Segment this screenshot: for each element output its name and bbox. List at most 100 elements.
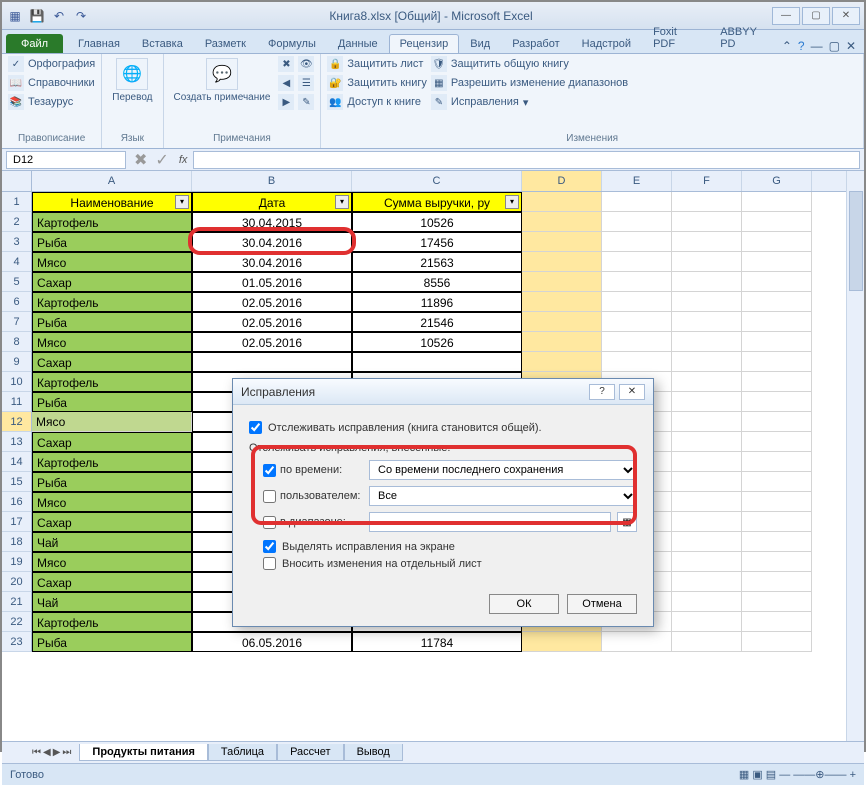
cell-name[interactable]: Мясо: [32, 492, 192, 512]
highlight-checkbox[interactable]: [263, 540, 276, 553]
cell-name[interactable]: Мясо: [32, 552, 192, 572]
tab-home[interactable]: Главная: [67, 34, 131, 53]
cell-name[interactable]: Мясо: [32, 412, 192, 432]
next-comment-button[interactable]: ▶: [278, 94, 294, 110]
cell-date[interactable]: 30.04.2015: [192, 212, 352, 232]
tab-review[interactable]: Рецензир: [389, 34, 460, 53]
show-comment-button[interactable]: 👁: [298, 56, 314, 72]
col-header-a[interactable]: A: [32, 171, 192, 191]
track-checkbox[interactable]: [249, 421, 262, 434]
dialog-titlebar[interactable]: Исправления ?✕: [233, 379, 653, 405]
row-header[interactable]: 3: [2, 232, 32, 252]
cell-name[interactable]: Рыба: [32, 392, 192, 412]
window-min-icon[interactable]: —: [811, 39, 823, 53]
tab-abbyy[interactable]: ABBYY PD: [709, 22, 782, 53]
row-header[interactable]: 12: [2, 412, 32, 432]
cell-date[interactable]: 02.05.2016: [192, 332, 352, 352]
tab-foxit[interactable]: Foxit PDF: [642, 22, 709, 53]
sheet-tab-calc[interactable]: Рассчет: [277, 744, 344, 761]
fx-icon[interactable]: fx: [179, 154, 188, 166]
row-header[interactable]: 5: [2, 272, 32, 292]
by-user-checkbox[interactable]: [263, 490, 276, 503]
protect-sheet-button[interactable]: 🔒Защитить лист: [327, 56, 427, 72]
name-box[interactable]: [6, 151, 126, 169]
row-header[interactable]: 20: [2, 572, 32, 592]
track-changes-button[interactable]: ✎Исправления ▾: [431, 94, 628, 110]
tab-data[interactable]: Данные: [327, 34, 389, 53]
cell-name[interactable]: Рыба: [32, 632, 192, 652]
sheet-tab-products[interactable]: Продукты питания: [79, 744, 208, 761]
cell-date[interactable]: 02.05.2016: [192, 292, 352, 312]
row-header[interactable]: 7: [2, 312, 32, 332]
cell-name[interactable]: Мясо: [32, 332, 192, 352]
tab-layout[interactable]: Разметк: [194, 34, 257, 53]
filter-icon[interactable]: ▾: [335, 195, 349, 209]
cell-name[interactable]: Сахар: [32, 572, 192, 592]
col-header-b[interactable]: B: [192, 171, 352, 191]
cell-sum[interactable]: 11784: [352, 632, 522, 652]
filter-icon[interactable]: ▾: [505, 195, 519, 209]
row-header[interactable]: 15: [2, 472, 32, 492]
translate-button[interactable]: 🌐Перевод: [108, 56, 156, 105]
ok-button[interactable]: ОК: [489, 594, 559, 614]
cell-date[interactable]: 01.05.2016: [192, 272, 352, 292]
header-sum[interactable]: Сумма выручки, ру▾: [352, 192, 522, 212]
tab-insert[interactable]: Вставка: [131, 34, 194, 53]
prev-comment-button[interactable]: ◀: [278, 75, 294, 91]
save-icon[interactable]: 💾: [28, 7, 46, 25]
separate-checkbox[interactable]: [263, 557, 276, 570]
row-header[interactable]: 6: [2, 292, 32, 312]
cell-name[interactable]: Сахар: [32, 272, 192, 292]
row-header[interactable]: 18: [2, 532, 32, 552]
row-header[interactable]: 21: [2, 592, 32, 612]
row-header[interactable]: 14: [2, 452, 32, 472]
undo-icon[interactable]: ↶: [50, 7, 68, 25]
range-input[interactable]: [369, 512, 611, 532]
show-all-button[interactable]: ☰: [298, 75, 314, 91]
tab-formulas[interactable]: Формулы: [257, 34, 327, 53]
allow-ranges-button[interactable]: ▦Разрешить изменение диапазонов: [431, 75, 628, 91]
cell-name[interactable]: Сахар: [32, 432, 192, 452]
cancel-formula-icon[interactable]: ✖: [134, 150, 147, 170]
prev-sheet-icon[interactable]: ◀: [43, 747, 51, 758]
scrollbar-thumb[interactable]: [849, 191, 863, 291]
share-workbook-button[interactable]: 👥Доступ к книге: [327, 94, 427, 110]
row-header[interactable]: 4: [2, 252, 32, 272]
cell-date[interactable]: 30.04.2016: [192, 252, 352, 272]
filter-icon[interactable]: ▾: [175, 195, 189, 209]
col-header-d[interactable]: D: [522, 171, 602, 191]
row-header[interactable]: 10: [2, 372, 32, 392]
row-header[interactable]: 11: [2, 392, 32, 412]
help-icon[interactable]: ?: [798, 39, 805, 53]
minimize-ribbon-icon[interactable]: ⌃: [782, 39, 792, 53]
row-header[interactable]: 2: [2, 212, 32, 232]
cell-name[interactable]: Чай: [32, 592, 192, 612]
col-header-f[interactable]: F: [672, 171, 742, 191]
cell-name[interactable]: Рыба: [32, 232, 192, 252]
row-header[interactable]: 8: [2, 332, 32, 352]
thesaurus-button[interactable]: 📚Тезаурус: [8, 94, 95, 110]
window-close-icon[interactable]: ✕: [846, 39, 856, 53]
cell-date[interactable]: 06.05.2016: [192, 632, 352, 652]
cell-date[interactable]: 30.04.2016: [192, 232, 352, 252]
sheet-tab-output[interactable]: Вывод: [344, 744, 403, 761]
cell-date[interactable]: [192, 352, 352, 372]
tab-file[interactable]: Файл: [6, 34, 63, 53]
enter-formula-icon[interactable]: ✓: [155, 150, 168, 170]
research-button[interactable]: 📖Справочники: [8, 75, 95, 91]
row-header[interactable]: 9: [2, 352, 32, 372]
dialog-help-icon[interactable]: ?: [589, 384, 615, 400]
cell-sum[interactable]: [352, 352, 522, 372]
by-time-select[interactable]: Со времени последнего сохранения: [369, 460, 637, 480]
cell-date[interactable]: 02.05.2016: [192, 312, 352, 332]
by-time-checkbox[interactable]: [263, 464, 276, 477]
cell-sum[interactable]: 21546: [352, 312, 522, 332]
spelling-button[interactable]: ✓Орфография: [8, 56, 95, 72]
cell-sum[interactable]: 17456: [352, 232, 522, 252]
row-header[interactable]: 17: [2, 512, 32, 532]
cell-sum[interactable]: 8556: [352, 272, 522, 292]
cell-sum[interactable]: 21563: [352, 252, 522, 272]
cell-name[interactable]: Картофель: [32, 452, 192, 472]
in-range-checkbox[interactable]: [263, 516, 276, 529]
tab-addins[interactable]: Надстрой: [571, 34, 642, 53]
